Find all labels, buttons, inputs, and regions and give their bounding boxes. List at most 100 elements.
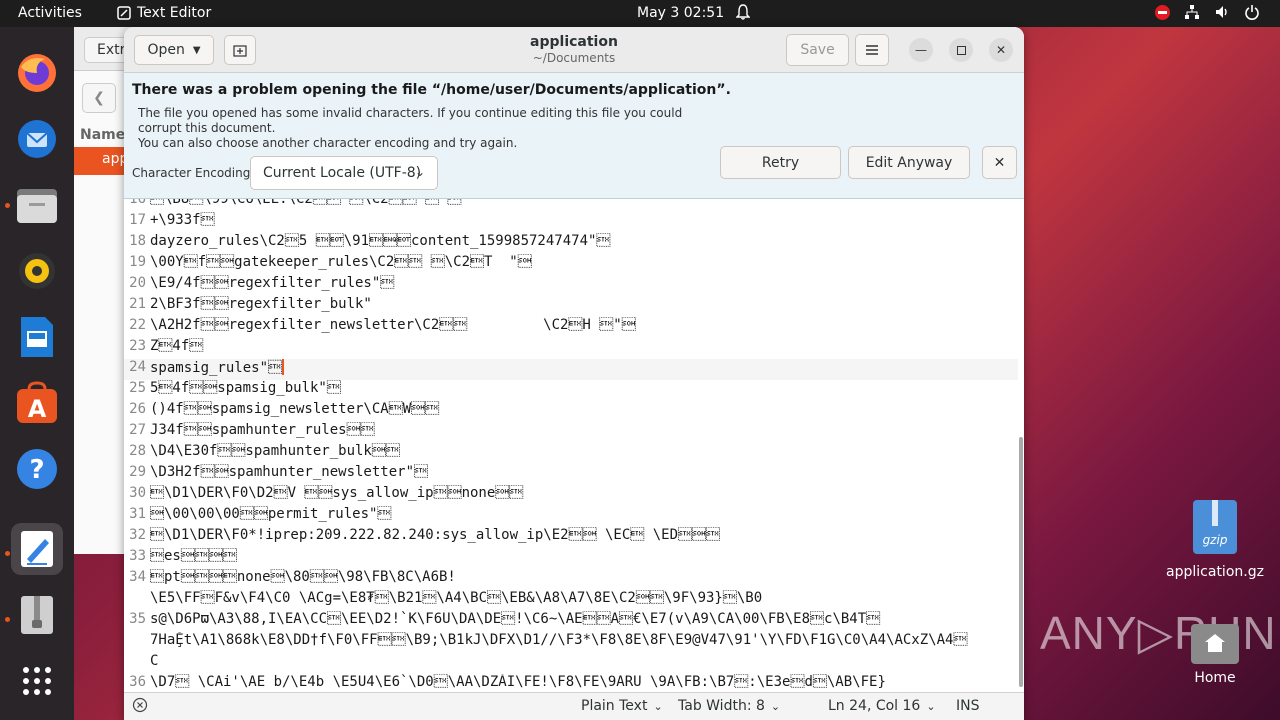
text-editor-window: Open ▼ application ~/Documents Save — ✕ …: [124, 27, 1024, 720]
svg-text:A: A: [28, 395, 47, 423]
editor-line[interactable]: 7HaḜt\A1\868k\E8\DD†f\F0\FF\B9;\B1kJ\D…: [124, 632, 1018, 653]
editor-line[interactable]: 31 \00\00\00permit_rules": [124, 506, 1018, 527]
line-number: 30: [129, 485, 146, 501]
editor-line[interactable]: 34 ptnone\80\98\FB\8C\A6B!: [124, 569, 1018, 590]
clock[interactable]: May 3 02:51: [637, 5, 724, 21]
vertical-scrollbar[interactable]: [1019, 437, 1023, 687]
editor-line[interactable]: 20 \E9/4fregexfilter_rules": [124, 275, 1018, 296]
app-menu[interactable]: Text Editor: [117, 5, 211, 21]
name-column-header[interactable]: Name: [80, 127, 125, 143]
encoding-select[interactable]: Current Locale (UTF-8) ⌄: [250, 156, 438, 190]
edit-anyway-button[interactable]: Edit Anyway: [848, 146, 970, 179]
editor-line[interactable]: C: [124, 653, 1018, 674]
editor-line[interactable]: 29 \D3H2fspamhunter_newsletter": [124, 464, 1018, 485]
desktop-archive-file[interactable]: gzip application.gz: [1160, 498, 1270, 580]
system-tray[interactable]: [1155, 4, 1260, 20]
line-text: \B8\99\C6\EE.\C2 \C2 ": [150, 199, 462, 207]
line-number: 22: [129, 317, 146, 333]
thunderbird-launcher[interactable]: [11, 113, 63, 165]
line-number: 25: [129, 380, 146, 396]
archive-manager-launcher[interactable]: [11, 589, 63, 641]
line-text: C: [150, 653, 159, 669]
editor-line[interactable]: 32 \D1\DER\F0*!iprep:209.222.82.240:sys_…: [124, 527, 1018, 548]
rhythmbox-icon: [19, 253, 55, 289]
update-icon[interactable]: [1155, 4, 1170, 20]
line-number: 28: [129, 443, 146, 459]
maximize-button[interactable]: [949, 38, 973, 62]
help-icon: ?: [17, 449, 57, 489]
retry-button[interactable]: Retry: [720, 146, 841, 179]
minimize-button[interactable]: —: [909, 38, 933, 62]
back-button[interactable]: ❮: [82, 83, 116, 113]
show-apps-button[interactable]: [11, 655, 63, 707]
line-number: 31: [129, 506, 146, 522]
line-number: 17: [129, 212, 146, 228]
line-text: \00Yfgatekeeper_rules\C2 \C2T ": [150, 254, 532, 270]
dismiss-infobar-button[interactable]: ✕: [982, 146, 1017, 179]
editor-line[interactable]: 22 \A2H2fregexfilter_newsletter\C2 \C…: [124, 317, 1018, 338]
editor-line[interactable]: 26 ()4fspamsig_newsletter\CAW: [124, 401, 1018, 422]
line-number: 33: [129, 548, 146, 564]
editor-line[interactable]: 23 Z4f: [124, 338, 1018, 359]
line-text: \D1\DER\F0*!iprep:209.222.82.240:sys_al…: [150, 527, 721, 543]
editor-line[interactable]: 17 +\933f: [124, 212, 1018, 233]
close-button[interactable]: ✕: [989, 38, 1013, 62]
writer-icon: [21, 317, 53, 357]
activities-button[interactable]: Activities: [18, 5, 82, 21]
bell-icon[interactable]: [735, 4, 751, 24]
volume-icon: [1216, 6, 1227, 18]
tab-width-selector[interactable]: Tab Width: 8 ⌄: [678, 698, 780, 714]
editor-line[interactable]: 35 s@\D6Pϖ\A3\88,I\EA\CC\EE\D2!`K\F6U\DA…: [124, 611, 1018, 632]
text-cursor: [282, 359, 285, 375]
power-icon: [1245, 5, 1259, 20]
editor-line[interactable]: 25 54fspamsig_bulk": [124, 380, 1018, 401]
editor-line[interactable]: 28 \D4\E30fspamhunter_bulk: [124, 443, 1018, 464]
header-bar: Open ▼ application ~/Documents Save — ✕: [124, 27, 1024, 73]
maximize-icon: [956, 45, 966, 55]
save-button[interactable]: Save: [786, 34, 849, 66]
editor-line[interactable]: \E5\FFF&v\F4\C0 \ACg=\E8₮\B21\A4\BC\…: [124, 590, 1018, 611]
writer-launcher[interactable]: [11, 311, 63, 363]
line-text: 54fspamsig_bulk": [150, 380, 341, 396]
editor-line[interactable]: 21 2\BF3fregexfilter_bulk": [124, 296, 1018, 317]
editor-line[interactable]: 36 \D7 \CAi'\AE b/\E4b \E5U4\E6`\D0\AA\…: [124, 674, 1018, 692]
editor-line[interactable]: 33 es: [124, 548, 1018, 569]
editor-line[interactable]: 30 \D1\DER\F0\D2V sys_allow_ipnone…: [124, 485, 1018, 506]
editor-line[interactable]: 24 spamsig_rules": [124, 359, 1018, 380]
main-menu-button[interactable]: [855, 34, 889, 66]
desktop-archive-label: application.gz: [1166, 564, 1264, 580]
text-editor-launcher[interactable]: [11, 523, 63, 575]
network-icon: [1185, 5, 1199, 19]
language-selector[interactable]: Plain Text ⌄: [581, 698, 663, 714]
search-toggle-button[interactable]: [132, 697, 148, 713]
line-text: 2\BF3fregexfilter_bulk": [150, 296, 372, 312]
line-text: \E9/4fregexfilter_rules": [150, 275, 395, 291]
line-text: J34fspamhunter_rules: [150, 422, 375, 438]
text-editor-icon: [117, 6, 131, 20]
running-indicator: [5, 551, 10, 556]
close-icon: ✕: [993, 154, 1006, 171]
firefox-launcher[interactable]: [11, 47, 63, 99]
chevron-down-icon: ⌄: [653, 699, 663, 713]
line-text: \E5\FFF&v\F4\C0 \ACg=\E8₮\B21\A4\BC\…: [150, 590, 763, 606]
help-launcher[interactable]: ?: [11, 443, 63, 495]
desktop-home-folder[interactable]: Home: [1180, 620, 1250, 686]
editor-line[interactable]: 27 J34fspamhunter_rules: [124, 422, 1018, 443]
line-number: 16: [129, 199, 146, 207]
app-center-launcher[interactable]: A: [11, 377, 63, 429]
line-text: \D1\DER\F0\D2V sys_allow_ipnone: [150, 485, 524, 501]
text-view[interactable]: 16 \B8\99\C6\EE.\C2 \C2 " 17 +\933…: [124, 199, 1024, 692]
editor-line[interactable]: 18 dayzero_rules\C25 \91content_159…: [124, 233, 1018, 254]
chevron-down-icon: ⌄: [770, 699, 781, 713]
text-editor-app-icon: [21, 531, 53, 567]
app-name: Text Editor: [137, 5, 212, 21]
tab-width-label: Tab Width: 8: [678, 698, 765, 714]
error-message-line1: The file you opened has some invalid cha…: [138, 106, 683, 135]
cursor-position-selector[interactable]: Ln 24, Col 16 ⌄: [828, 698, 936, 714]
rhythmbox-launcher[interactable]: [11, 245, 63, 297]
insert-mode[interactable]: INS: [956, 698, 980, 714]
files-launcher[interactable]: [11, 179, 63, 231]
editor-line[interactable]: 16 \B8\99\C6\EE.\C2 \C2 ": [124, 199, 1018, 212]
encoding-value: Current Locale (UTF-8): [263, 165, 422, 181]
editor-line[interactable]: 19 \00Yfgatekeeper_rules\C2 \C2T "…: [124, 254, 1018, 275]
